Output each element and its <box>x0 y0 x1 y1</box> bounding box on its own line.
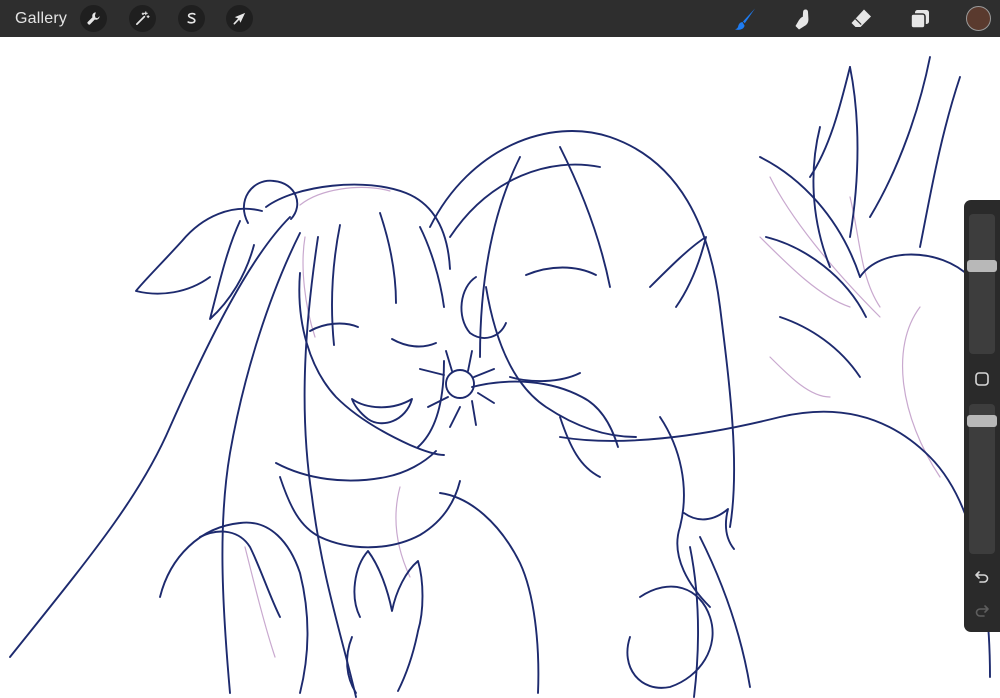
boy-mouth <box>509 372 581 383</box>
sketch-line <box>769 356 831 398</box>
collar-ruffle <box>279 476 461 549</box>
gallery-button[interactable]: Gallery <box>15 0 67 37</box>
boy-hair <box>429 130 736 528</box>
braid-tie <box>683 508 735 550</box>
sketch-line <box>395 486 411 578</box>
square-icon <box>975 372 989 386</box>
girl-face <box>298 272 445 456</box>
flower-center <box>445 369 475 399</box>
magic-wand-icon <box>136 11 150 25</box>
sketch-line <box>769 176 881 318</box>
brush-size-thumb[interactable] <box>967 260 997 272</box>
plant-leaf <box>765 236 867 318</box>
opacity-thumb[interactable] <box>967 415 997 427</box>
elf-ear <box>649 236 707 308</box>
undo-icon <box>975 571 989 583</box>
flower-petals <box>419 350 495 428</box>
sleeve <box>159 521 309 694</box>
hair-strand <box>419 226 445 308</box>
color-swatch-button[interactable] <box>966 6 991 31</box>
sketch-line <box>299 186 391 206</box>
plant-leaf <box>869 56 931 218</box>
hair-strand <box>9 216 291 658</box>
girl-eye <box>309 322 359 332</box>
brush-icon <box>735 8 755 30</box>
top-toolbar: Gallery <box>0 0 1000 37</box>
sketch-layer <box>244 176 941 658</box>
collar <box>275 450 437 482</box>
sketch-line <box>244 546 276 658</box>
sketch-line <box>902 306 941 478</box>
girl-head <box>265 183 451 270</box>
line-art-layer <box>9 56 993 698</box>
girl-eye-closed <box>391 338 437 348</box>
hair-strand <box>379 212 397 304</box>
wrench-icon <box>87 12 100 25</box>
braid <box>659 416 711 608</box>
actions-button[interactable] <box>80 5 107 32</box>
redo-icon <box>975 605 989 617</box>
transform-button[interactable] <box>226 5 253 32</box>
opacity-slider[interactable] <box>967 404 997 554</box>
sketch-line <box>759 236 851 308</box>
plant-leaf <box>759 156 861 278</box>
boy-hair-inner <box>449 163 601 238</box>
arrow-cursor-icon <box>233 12 246 25</box>
girl-mouth <box>351 398 413 425</box>
plant-leaf <box>919 76 961 248</box>
hair-strand <box>331 224 341 346</box>
redo-button[interactable] <box>971 600 993 622</box>
shirt <box>559 410 991 678</box>
layers-button[interactable] <box>905 4 935 33</box>
plant-leaf <box>779 316 861 378</box>
brush-size-slider[interactable] <box>967 214 997 354</box>
hand <box>353 550 424 692</box>
sleeve-ruffle <box>199 530 281 618</box>
smudge-finger-icon <box>795 9 809 29</box>
boy-hair-strand <box>559 146 611 288</box>
smudge-tool-button[interactable] <box>788 4 818 33</box>
modify-button[interactable] <box>972 370 992 388</box>
bodice <box>439 492 540 694</box>
brush-tool-button[interactable] <box>730 4 760 33</box>
sketch-line <box>302 236 316 338</box>
flower-stem <box>471 380 619 448</box>
selection-s-icon <box>187 12 196 24</box>
adjustments-button[interactable] <box>129 5 156 32</box>
boy-face <box>485 286 637 438</box>
plant-leaf <box>849 66 859 238</box>
layers-icon <box>910 9 929 29</box>
side-toolbar <box>964 200 1000 632</box>
hair-strand <box>221 232 301 694</box>
plant-leaf <box>809 66 851 178</box>
eraser-icon <box>851 9 871 27</box>
drawing-canvas[interactable] <box>0 37 1000 698</box>
hair-bow-tail <box>209 220 255 320</box>
undo-button[interactable] <box>971 566 993 588</box>
hair-strand <box>303 236 357 698</box>
boy-eye <box>525 266 597 276</box>
eraser-tool-button[interactable] <box>846 4 876 33</box>
selection-button[interactable] <box>178 5 205 32</box>
lower-flower <box>626 585 714 689</box>
